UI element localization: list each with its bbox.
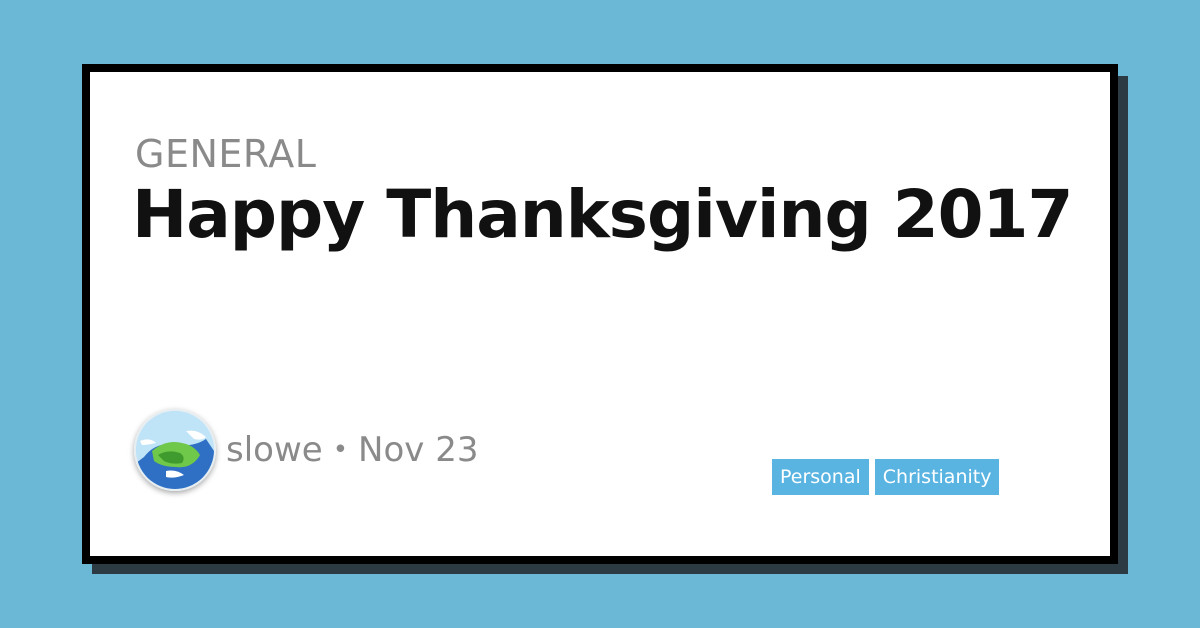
post-title: Happy Thanksgiving 2017: [132, 176, 1073, 253]
author-row: slowe • Nov 23: [134, 409, 478, 491]
author-name[interactable]: slowe: [226, 430, 323, 470]
earth-cartoon-avatar-icon: [136, 411, 214, 489]
post-category: GENERAL: [135, 132, 317, 176]
tag-personal[interactable]: Personal: [772, 459, 869, 495]
post-card[interactable]: GENERAL Happy Thanksgiving 2017 slowe • …: [82, 64, 1118, 564]
post-meta: slowe • Nov 23: [226, 430, 478, 470]
post-date: Nov 23: [358, 430, 479, 470]
meta-separator: •: [332, 435, 349, 465]
avatar: [134, 409, 216, 491]
tag-christianity[interactable]: Christianity: [874, 459, 1000, 495]
tag-list: Personal Christianity: [772, 459, 1000, 495]
